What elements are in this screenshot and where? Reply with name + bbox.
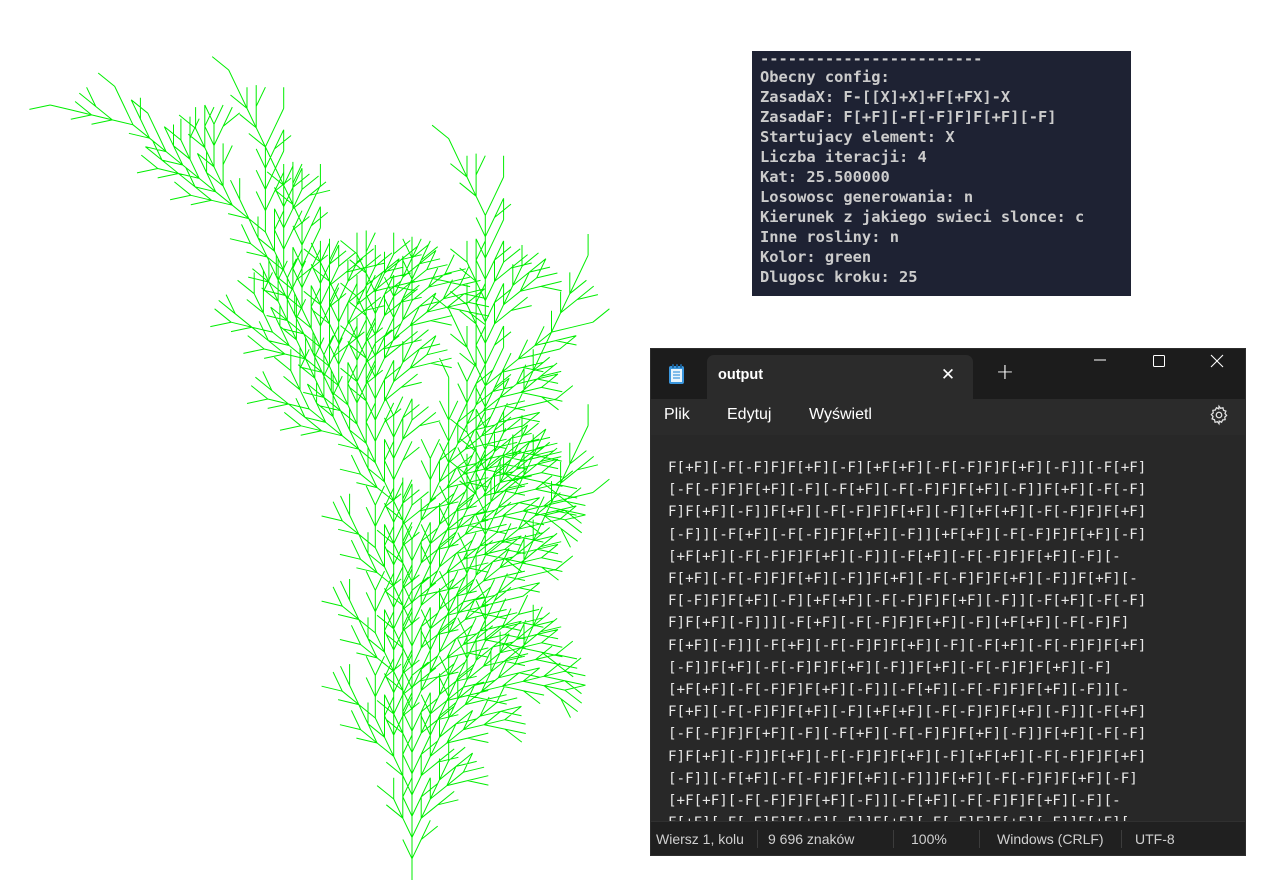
editor-line: F[+F][-F]][-F[+F][-F[-F]F]F[+F][-F][-F[+… [668,637,1147,654]
minimize-icon [1094,359,1106,361]
status-bar: Wiersz 1, kolu 9 696 znaków 100% Windows… [651,821,1245,855]
maximize-icon [1153,355,1165,367]
console-config-panel: ------------------------ Obecny config: … [752,51,1131,296]
console-line: ZasadaF: F[+F][-F[-F]F]F[+F][-F] [760,108,1057,126]
editor-line: [-F]][-F[+F][-F[-F]F]F[+F][-F]]]F[+F][-F… [668,770,1138,787]
menu-view[interactable]: Wyświetl [809,406,872,424]
editor-line: [+F[+F][-F[-F]F]F[+F][-F]][-F[+F][-F[-F]… [668,548,1121,565]
editor-line: F]F[+F][-F]]F[+F][-F[-F]F]F[+F][-F][+F[+… [668,748,1147,765]
new-tab-plus-icon[interactable]: + [993,361,1017,385]
editor-line: F[+F][-F[-F]F]F[+F][-F][+F[+F][-F[-F]F]F… [668,460,1147,476]
status-divider [893,830,894,848]
console-line: Dlugosc kroku: 25 [760,268,918,286]
close-window-button[interactable] [1187,349,1245,379]
console-line: Inne rosliny: n [760,228,899,246]
console-separator: ------------------------ [760,51,983,68]
editor-line: [-F[-F]F]F[+F][-F][-F[+F][-F[-F]F]F[+F][… [668,726,1147,743]
editor-content[interactable]: F[+F][-F[-F]F]F[+F][-F][+F[+F][-F[-F]F]F… [668,457,1230,821]
console-line: Startujacy element: X [760,128,955,146]
plant-branches [29,56,610,880]
status-zoom[interactable]: 100% [911,831,947,847]
editor-line: [-F[-F]F]F[+F][-F][-F[+F][-F[-F]F]F[+F][… [668,482,1147,499]
status-divider [757,830,758,848]
console-line: Kierunek z jakiego swieci slonce: c [760,208,1085,226]
notepad-window: output ✕ + Plik Edytuj Wyświetl F[+F][-F… [651,349,1245,855]
editor-line: [+F[+F][-F[-F]F]F[+F][-F]][-F[+F][-F[-F]… [668,682,1130,699]
status-cursor-position: Wiersz 1, kolu [656,831,744,847]
plant-canvas [29,56,610,880]
status-encoding[interactable]: UTF-8 [1135,831,1175,847]
console-line: Obecny config: [760,68,890,86]
title-bar[interactable]: output ✕ + [651,349,1245,399]
editor-line: F]F[+F][-F]]][-F[+F][-F[-F]F]F[+F][-F][+… [668,615,1130,632]
editor-line: [-F]]F[+F][-F[-F]F]F[+F][-F]]F[+F][-F[-F… [668,659,1113,676]
tab-close-icon[interactable]: ✕ [937,364,959,386]
minimize-button[interactable] [1071,349,1129,379]
status-line-endings[interactable]: Windows (CRLF) [997,831,1104,847]
menu-bar: Plik Edytuj Wyświetl [651,399,1245,435]
console-line: ZasadaX: F-[[X]+X]+F[+FX]-X [760,88,1011,106]
editor-line: F[-F]F]F[+F][-F][+F[+F][-F[-F]F]F[+F][-F… [668,593,1147,610]
maximize-button[interactable] [1129,349,1187,379]
status-divider [979,830,980,848]
editor-line: F]F[+F][-F]]F[+F][-F[-F]F]F[+F][-F][+F[+… [668,504,1147,521]
console-line: Kolor: green [760,248,872,266]
editor-line: F[+F][-F[-F]F]F[+F][-F]]F[+F][-F[-F]F]F[… [668,812,1230,821]
editor-line: [-F]][-F[+F][-F[-F]F]F[+F][-F]][+F[+F][-… [668,526,1147,543]
tab-title: output [718,367,764,383]
status-char-count: 9 696 znaków [768,831,855,847]
editor-line: [+F[+F][-F[-F]F]F[+F][-F]][-F[+F][-F[-F]… [668,793,1121,810]
notepad-icon [667,363,687,389]
console-line: Kat: 25.500000 [760,168,890,186]
status-divider [1121,830,1122,848]
menu-edit[interactable]: Edytuj [727,406,771,424]
editor-line: F[+F][-F[-F]F]F[+F][-F][+F[+F][-F[-F]F]F… [668,704,1147,721]
console-line: Losowosc generowania: n [760,188,974,206]
console-line: Liczba iteracji: 4 [760,148,927,166]
text-editor-area[interactable]: F[+F][-F[-F]F]F[+F][-F][+F[+F][-F[-F]F]F… [651,435,1245,821]
tab-output[interactable]: output ✕ [707,355,973,399]
close-icon [1210,354,1224,368]
editor-line: F[+F][-F[-F]F]F[+F][-F]]F[+F][-F[-F]F]F[… [668,571,1138,588]
menu-file[interactable]: Plik [664,406,690,424]
settings-gear-icon[interactable] [1208,404,1230,430]
